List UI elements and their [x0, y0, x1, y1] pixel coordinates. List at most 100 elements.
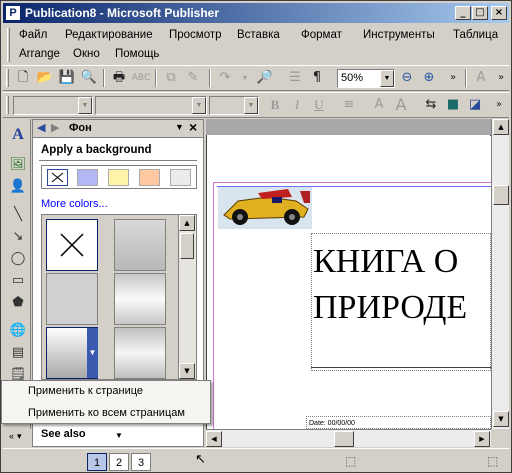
- gradient-tile[interactable]: [114, 273, 166, 325]
- collapse-icon[interactable]: «: [9, 431, 14, 441]
- color-swatch[interactable]: [108, 169, 129, 186]
- web-tool-icon[interactable]: 🌐: [8, 321, 28, 341]
- color-swatch[interactable]: [170, 169, 191, 186]
- horizontal-scrollbar[interactable]: ◀ ▶: [206, 429, 491, 447]
- menu-edit[interactable]: Редактирование: [65, 26, 153, 44]
- new-icon[interactable]: 🗋: [13, 68, 33, 88]
- scroll-up-icon[interactable]: ▲: [493, 119, 509, 135]
- save-icon[interactable]: 💾: [57, 68, 77, 88]
- scroll-right-icon[interactable]: ▶: [474, 431, 490, 447]
- line-icon[interactable]: ◪: [465, 95, 485, 115]
- page-1-tab[interactable]: 1: [87, 453, 107, 471]
- no-background-tile[interactable]: [46, 219, 98, 271]
- toolbar-grip[interactable]: [6, 69, 9, 87]
- pilcrow-icon[interactable]: ¶: [307, 68, 327, 88]
- maximize-button[interactable]: □: [472, 6, 488, 20]
- gallery-scrollbar[interactable]: ▲ ▼: [178, 215, 196, 379]
- grow-font-icon[interactable]: A: [391, 95, 411, 115]
- back-icon[interactable]: ◀: [37, 121, 45, 134]
- preview-icon[interactable]: 🔎: [255, 68, 275, 88]
- search-icon[interactable]: 🔍: [79, 68, 99, 88]
- chevron-down-icon[interactable]: ▼: [78, 97, 92, 114]
- text-box-icon[interactable]: A: [471, 68, 491, 88]
- scroll-left-icon[interactable]: ◀: [206, 431, 222, 447]
- vertical-scrollbar[interactable]: ▲ ▼: [491, 119, 509, 429]
- more-icon[interactable]: »: [489, 95, 509, 115]
- page-3-tab[interactable]: 3: [131, 453, 151, 471]
- chevron-down-icon[interactable]: ▼: [244, 97, 258, 114]
- open-icon[interactable]: 📂: [35, 68, 55, 88]
- scroll-up-icon[interactable]: ▲: [179, 215, 195, 231]
- menu-file[interactable]: Файл: [19, 26, 47, 44]
- oval-tool-icon[interactable]: ◯: [8, 249, 28, 269]
- scroll-thumb[interactable]: [334, 431, 354, 447]
- menu-view[interactable]: Просмотр: [169, 26, 222, 44]
- chevron-down-icon[interactable]: ▼: [115, 431, 123, 440]
- minimize-button[interactable]: _: [455, 6, 471, 20]
- zoom-in-icon[interactable]: ⊕: [419, 68, 439, 88]
- more-icon[interactable]: »: [491, 68, 511, 88]
- rectangle-tool-icon[interactable]: ▭: [8, 271, 28, 291]
- no-fill-swatch[interactable]: [47, 169, 68, 186]
- gradient-tile[interactable]: [114, 219, 166, 271]
- chevron-down-icon[interactable]: ▼: [175, 122, 184, 132]
- arrow-tool-icon[interactable]: ↘: [8, 227, 28, 247]
- more-icon[interactable]: »: [443, 68, 463, 88]
- menu-format[interactable]: Формат: [301, 26, 342, 44]
- fill-icon[interactable]: ■: [443, 95, 463, 115]
- title-bar[interactable]: P Publication8 - Microsoft Publisher _ □…: [3, 3, 509, 23]
- picture-tool-icon[interactable]: 🖼: [8, 155, 28, 175]
- font-color-icon[interactable]: A: [369, 95, 389, 115]
- print-icon[interactable]: 🖶: [109, 68, 129, 88]
- menu-grip[interactable]: [7, 28, 10, 62]
- scroll-down-icon[interactable]: ▼: [493, 411, 509, 427]
- solid-tile[interactable]: [46, 273, 98, 325]
- chevron-down-icon[interactable]: ▾: [17, 431, 22, 442]
- clip-art-icon[interactable]: 👤: [8, 177, 28, 197]
- scroll-down-icon[interactable]: ▼: [179, 363, 195, 379]
- scroll-thumb[interactable]: [180, 233, 194, 259]
- close-icon[interactable]: ×: [189, 119, 197, 135]
- zoom-select[interactable]: 50% ▼: [337, 69, 395, 88]
- menu-help[interactable]: Помощь: [115, 45, 159, 63]
- align-icon[interactable]: ≡: [339, 95, 359, 115]
- form-tool-icon[interactable]: ▤: [8, 343, 28, 363]
- menu-tools[interactable]: Инструменты: [363, 26, 435, 44]
- menu-arrange[interactable]: Arrange: [19, 45, 60, 63]
- chevron-down-icon[interactable]: ▼: [380, 70, 394, 87]
- menu-table[interactable]: Таблица: [453, 26, 498, 44]
- scroll-thumb[interactable]: [493, 185, 509, 205]
- text-tool-icon[interactable]: A: [8, 125, 28, 145]
- underline-button[interactable]: U: [309, 95, 329, 115]
- list-icon[interactable]: ☰: [285, 68, 305, 88]
- bold-button[interactable]: B: [265, 95, 285, 115]
- redo-dropdown-icon[interactable]: ▾: [235, 68, 255, 88]
- gradient-tile[interactable]: [114, 327, 166, 379]
- copy-icon[interactable]: ⧉: [161, 68, 181, 88]
- autoshapes-icon[interactable]: ⬟: [8, 293, 28, 313]
- color-swatch[interactable]: [139, 169, 160, 186]
- document-heading[interactable]: КНИГА О ПРИРОДЕ: [313, 239, 467, 331]
- font-select[interactable]: ▼: [95, 96, 207, 115]
- format-painter-icon[interactable]: ✎: [183, 68, 203, 88]
- gradient-tile-selected[interactable]: ▼: [46, 327, 98, 379]
- more-colors-link[interactable]: More colors...: [41, 198, 108, 210]
- style-select[interactable]: ▼: [13, 96, 93, 115]
- page-2-tab[interactable]: 2: [109, 453, 129, 471]
- redo-icon[interactable]: ↷: [215, 68, 235, 88]
- zoom-out-icon[interactable]: ⊖: [397, 68, 417, 88]
- publisher-app-icon[interactable]: P: [5, 5, 21, 21]
- menu-insert[interactable]: Вставка: [237, 26, 280, 44]
- color-swatch[interactable]: [77, 169, 98, 186]
- spellcheck-icon[interactable]: ABC: [131, 68, 151, 88]
- menu-window[interactable]: Окно: [73, 45, 100, 63]
- line-tool-icon[interactable]: ╲: [8, 205, 28, 225]
- apply-to-page-item[interactable]: Применить к странице: [28, 385, 143, 397]
- swap-icon[interactable]: ⇆: [421, 95, 441, 115]
- font-size-select[interactable]: ▼: [209, 96, 259, 115]
- chevron-down-icon[interactable]: ▼: [87, 328, 98, 378]
- italic-button[interactable]: I: [287, 95, 307, 115]
- chevron-down-icon[interactable]: ▼: [192, 97, 206, 114]
- apply-to-all-pages-item[interactable]: Применить ко всем страницам: [28, 407, 185, 419]
- forward-icon[interactable]: ▶: [51, 121, 59, 134]
